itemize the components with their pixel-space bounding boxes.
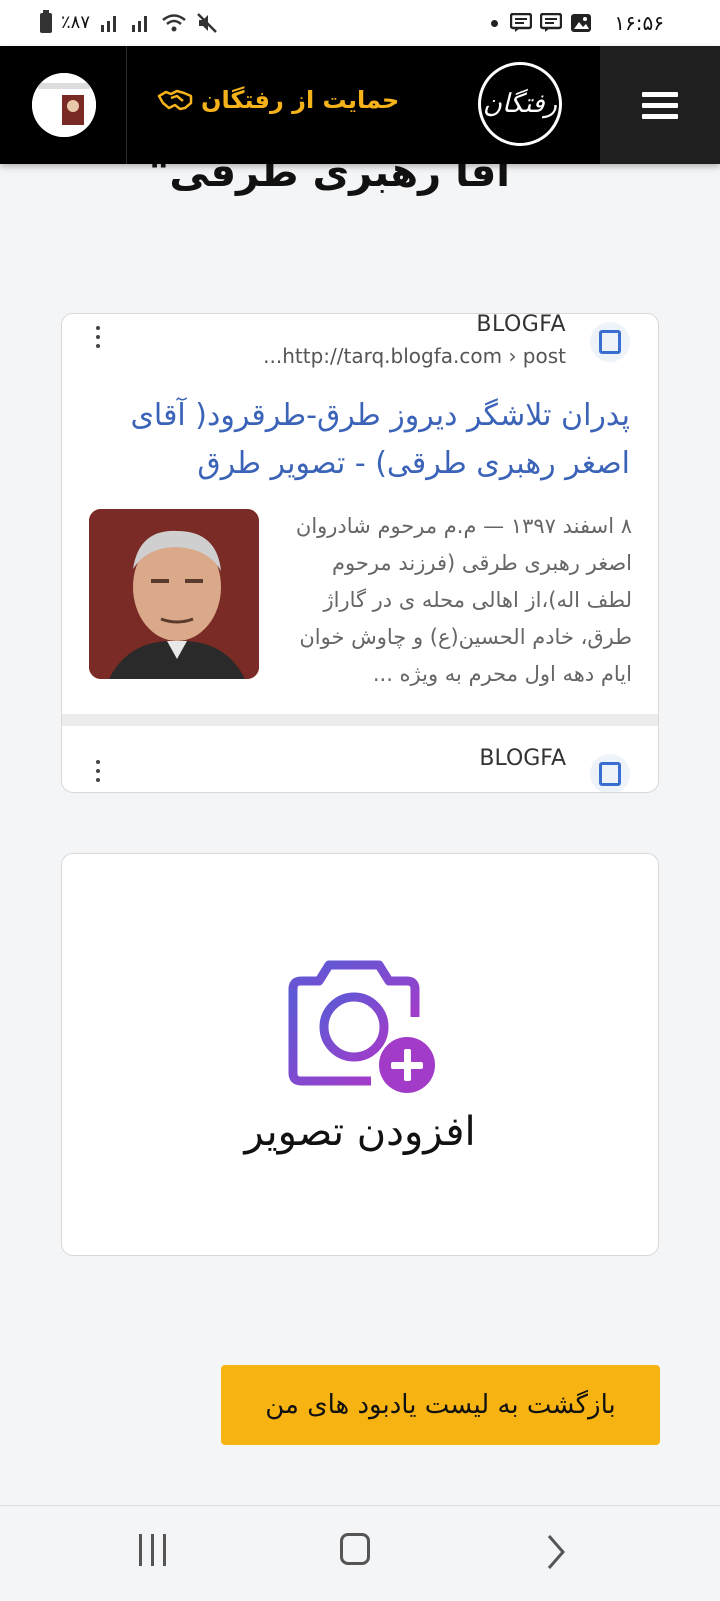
status-bar: ۱۶:۵۶ ٪۸۷ bbox=[0, 0, 720, 46]
menu-button[interactable] bbox=[600, 46, 720, 164]
home-icon[interactable] bbox=[340, 1533, 370, 1565]
header-divider bbox=[126, 46, 127, 164]
support-link[interactable]: حمایت از رفتگان bbox=[157, 86, 399, 114]
message-icon bbox=[510, 13, 532, 32]
blogfa-favicon-icon bbox=[590, 322, 630, 362]
notification-dot-icon bbox=[491, 19, 498, 27]
status-indicators: ٪۸۷ bbox=[40, 9, 218, 33]
message-icon bbox=[540, 13, 562, 32]
support-label: حمایت از رفتگان bbox=[201, 86, 400, 114]
memorial-image-card[interactable]: BLOGFA http://tarq.blogfa.com › post... … bbox=[61, 313, 659, 793]
back-chevron-icon[interactable] bbox=[545, 1534, 567, 1570]
add-image-label: افزودن تصویر bbox=[244, 1108, 476, 1155]
recents-icon[interactable] bbox=[139, 1534, 166, 1566]
user-avatar[interactable] bbox=[32, 73, 96, 137]
notification-icons bbox=[491, 13, 592, 33]
gallery-icon bbox=[571, 14, 591, 32]
logo-text: رفتگان bbox=[482, 89, 558, 119]
result-url: http://tarq.blogfa.com › post... bbox=[263, 344, 566, 368]
result-title: پدران تلاشگر دیروز طرق-طرقرود( آقای اصغر… bbox=[130, 398, 630, 481]
blogfa-favicon-icon bbox=[590, 754, 630, 792]
portrait-photo bbox=[89, 509, 259, 679]
hamburger-icon bbox=[642, 86, 678, 125]
mute-icon bbox=[197, 12, 217, 33]
signal-icon bbox=[132, 15, 148, 32]
status-time: ۱۶:۵۶ bbox=[614, 11, 664, 35]
handshake-icon bbox=[157, 89, 193, 111]
result-separator bbox=[62, 714, 658, 726]
wifi-icon bbox=[162, 13, 186, 31]
avatar-image bbox=[32, 73, 96, 137]
app-header: حمایت از رفتگان رفتگان bbox=[0, 46, 720, 164]
signal-icon bbox=[101, 15, 117, 32]
more-options-icon bbox=[96, 326, 100, 353]
more-options-icon bbox=[96, 760, 100, 787]
add-photo-icon bbox=[288, 960, 435, 1093]
add-image-card[interactable]: افزودن تصویر bbox=[61, 853, 659, 1256]
result-source: BLOGFA bbox=[476, 313, 566, 337]
system-nav-bar bbox=[0, 1505, 720, 1601]
battery-percent: ٪۸۷ bbox=[61, 12, 91, 33]
result-snippet: ۸ اسفند ۱۳۹۷ — م.م مرحوم شادروان اصغر ره… bbox=[295, 514, 632, 686]
battery-icon bbox=[40, 9, 52, 33]
result-source-2: BLOGFA bbox=[479, 746, 566, 771]
site-logo[interactable]: رفتگان bbox=[478, 62, 562, 146]
back-to-memorials-button[interactable]: بازگشت به لیست یادبود های من bbox=[221, 1365, 660, 1445]
